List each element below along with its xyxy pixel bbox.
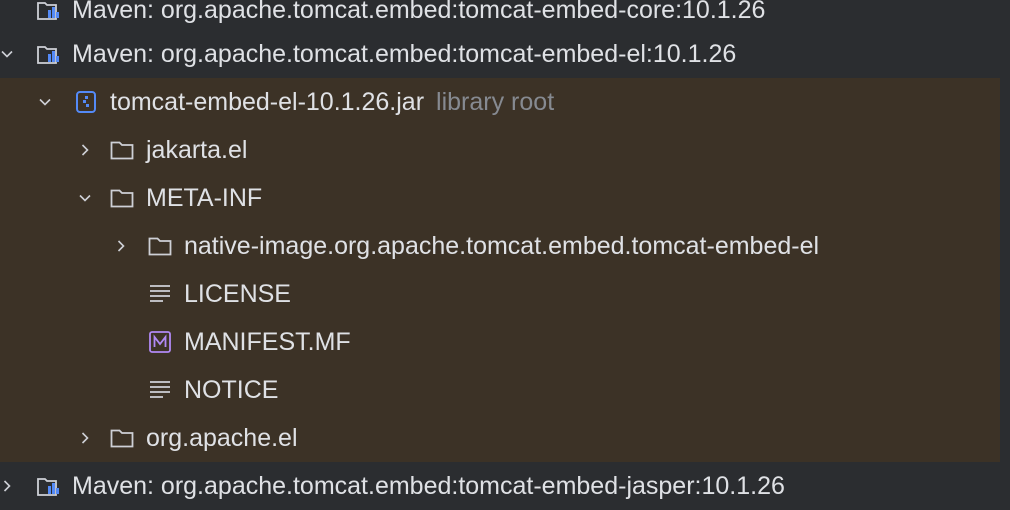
tree-row-label: Maven: org.apache.tomcat.embed:tomcat-em… bbox=[72, 40, 737, 68]
folder-icon bbox=[146, 232, 174, 260]
tree-row-label: native-image.org.apache.tomcat.embed.tom… bbox=[184, 232, 820, 260]
tree-row-label: META-INF bbox=[146, 184, 263, 212]
tree-row-label: tomcat-embed-el-10.1.26.jar bbox=[110, 88, 425, 116]
tree-row-label: MANIFEST.MF bbox=[184, 328, 351, 356]
project-tree: Maven: org.apache.tomcat.embed:tomcat-em… bbox=[0, 0, 1010, 508]
library-root-hint: library root bbox=[436, 88, 555, 116]
tree-row-label: Maven: org.apache.tomcat.embed:tomcat-em… bbox=[72, 0, 766, 24]
tree-row-native-image[interactable]: native-image.org.apache.tomcat.embed.tom… bbox=[0, 222, 1000, 270]
maven-library-icon bbox=[34, 0, 62, 24]
chevron-right-icon[interactable] bbox=[74, 139, 96, 161]
jar-icon bbox=[72, 88, 100, 116]
tree-row-notice[interactable]: NOTICE bbox=[0, 366, 1000, 414]
tree-row-manifest[interactable]: MANIFEST.MF bbox=[0, 318, 1000, 366]
text-file-icon bbox=[146, 280, 174, 308]
chevron-right-icon[interactable] bbox=[74, 427, 96, 449]
chevron-right-icon[interactable] bbox=[0, 475, 18, 497]
tree-row-label: org.apache.el bbox=[146, 424, 298, 452]
chevron-down-icon[interactable] bbox=[34, 91, 56, 113]
maven-library-icon bbox=[34, 40, 62, 68]
folder-icon bbox=[108, 424, 136, 452]
manifest-file-icon bbox=[146, 328, 174, 356]
chevron-down-icon[interactable] bbox=[74, 187, 96, 209]
tree-row-label: LICENSE bbox=[184, 280, 291, 308]
tree-row-tomcat-embed-el[interactable]: Maven: org.apache.tomcat.embed:tomcat-em… bbox=[0, 30, 1010, 78]
tree-row-label: NOTICE bbox=[184, 376, 279, 404]
tree-row-label: Maven: org.apache.tomcat.embed:tomcat-em… bbox=[72, 472, 785, 500]
tree-row-license[interactable]: LICENSE bbox=[0, 270, 1000, 318]
tree-row-jakarta-el[interactable]: jakarta.el bbox=[0, 126, 1000, 174]
folder-icon bbox=[108, 136, 136, 164]
tree-row-label: jakarta.el bbox=[146, 136, 248, 164]
tree-row-tomcat-embed-core[interactable]: Maven: org.apache.tomcat.embed:tomcat-em… bbox=[0, 0, 1010, 34]
text-file-icon bbox=[146, 376, 174, 404]
maven-library-icon bbox=[34, 472, 62, 500]
chevron-right-icon[interactable] bbox=[110, 235, 132, 257]
tree-row-jar[interactable]: tomcat-embed-el-10.1.26.jar library root bbox=[0, 78, 1000, 126]
tree-row-tomcat-embed-jasper[interactable]: Maven: org.apache.tomcat.embed:tomcat-em… bbox=[0, 462, 1010, 510]
folder-icon bbox=[108, 184, 136, 212]
chevron-down-icon[interactable] bbox=[0, 43, 18, 65]
tree-row-meta-inf[interactable]: META-INF bbox=[0, 174, 1000, 222]
tree-row-org-apache-el[interactable]: org.apache.el bbox=[0, 414, 1000, 462]
